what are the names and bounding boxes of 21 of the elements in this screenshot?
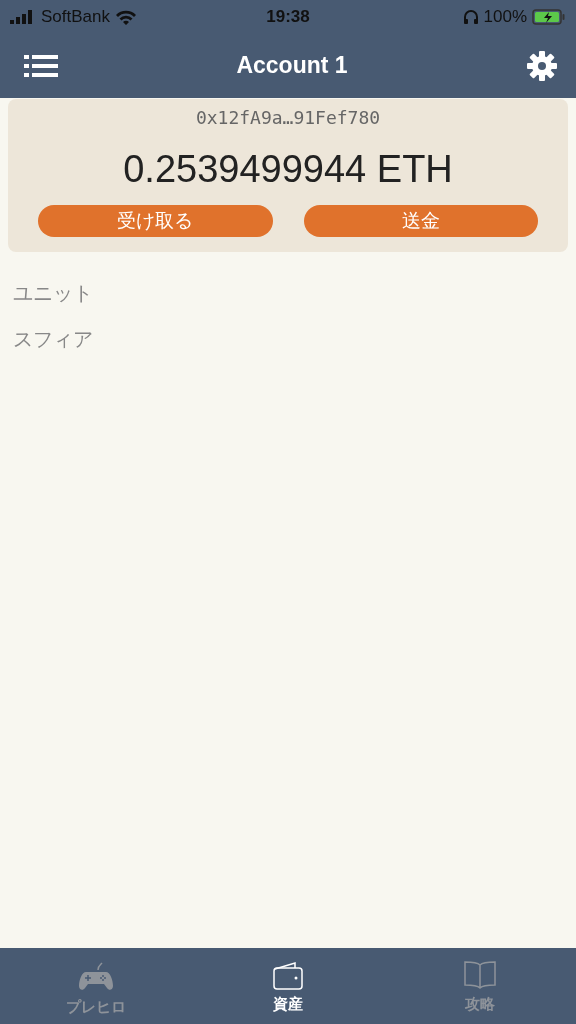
settings-icon[interactable] [526, 49, 558, 82]
tab-item[interactable]: 攻略 [384, 948, 576, 1024]
send-button[interactable]: 送金 [303, 205, 538, 237]
headphones-icon [462, 8, 479, 25]
wallet-address: 0x12fA9a…91Fef780 [195, 107, 381, 128]
receive-button[interactable]: 受け取る [38, 205, 273, 237]
battery-percent: 100% [483, 6, 527, 27]
clock-time: 19:38 [266, 6, 310, 27]
gamepad-icon [78, 960, 114, 993]
wifi-icon [115, 8, 137, 25]
tab-item[interactable]: 資産 [192, 948, 384, 1024]
menu-icon[interactable] [24, 54, 58, 77]
carrier-name: SoftBank [41, 6, 110, 27]
asset-category[interactable]: ユニット [13, 280, 563, 326]
book-icon [463, 960, 497, 990]
wallet-icon [273, 960, 303, 990]
account-title: Account 1 [236, 52, 348, 79]
eth-balance: 0.2539499944 ETH [123, 148, 453, 191]
battery-charging-icon [532, 8, 566, 25]
asset-category[interactable]: スフィア [13, 326, 563, 372]
tab-item[interactable]: プレヒロ [0, 948, 192, 1024]
